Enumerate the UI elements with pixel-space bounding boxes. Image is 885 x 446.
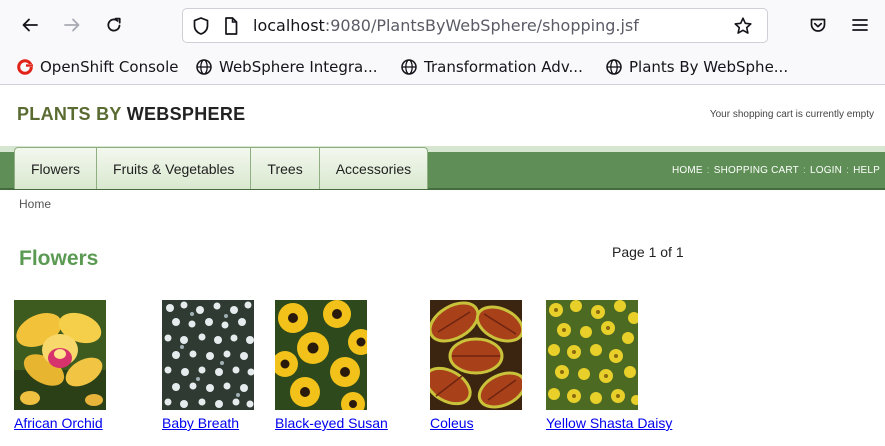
hamburger-menu-icon (852, 19, 868, 31)
page-indicator: Page 1 of 1 (612, 244, 684, 260)
bookmark-label: Plants By WebSphe... (629, 58, 789, 76)
utility-links: HOME: SHOPPING CART: LOGIN: HELP (672, 165, 880, 176)
product-link-african-orchid[interactable]: African Orchid (14, 415, 103, 431)
tab-flowers[interactable]: Flowers (14, 147, 98, 189)
african-orchid-image[interactable] (14, 300, 106, 410)
pocket-icon (810, 18, 826, 32)
bookmark-openshift[interactable]: OpenShift Console (16, 56, 178, 78)
bookmark-transformation-advisor[interactable]: Transformation Adv... (400, 56, 583, 78)
product-image-yellow-shasta-daisy[interactable] (546, 300, 638, 410)
product-image-black-eyed-susan[interactable] (275, 300, 367, 410)
product-image-african-orchid[interactable] (14, 300, 106, 410)
page-info-icon[interactable] (223, 16, 239, 36)
bookmark-star-icon[interactable] (733, 16, 753, 36)
link-separator: : (706, 165, 710, 176)
shopping-cart-link[interactable]: SHOPPING CART (714, 165, 799, 176)
breadcrumb[interactable]: Home (19, 197, 51, 211)
black-eyed-susan-image[interactable] (275, 300, 367, 410)
app-menu-button[interactable] (845, 10, 875, 40)
help-link[interactable]: HELP (853, 165, 880, 176)
link-separator: : (846, 165, 850, 176)
logo-text-plants-by: PLANTS BY (17, 104, 122, 124)
shield-icon[interactable] (192, 16, 210, 36)
product-link-yellow-shasta-daisy[interactable]: Yellow Shasta Daisy (546, 415, 672, 431)
forward-button[interactable] (57, 10, 87, 40)
url-host: localhost (253, 16, 325, 35)
browser-chrome: localhost:9080/PlantsByWebSphere/shoppin… (0, 0, 885, 85)
baby-breath-image[interactable] (162, 300, 254, 410)
product-link-baby-breath[interactable]: Baby Breath (162, 415, 239, 431)
bookmark-label: Transformation Adv... (424, 58, 583, 76)
bookmark-plants-by-websphere[interactable]: Plants By WebSphe... (605, 56, 788, 78)
login-link[interactable]: LOGIN (810, 165, 842, 176)
globe-icon (401, 59, 417, 75)
tab-accessories[interactable]: Accessories (319, 147, 429, 189)
globe-icon (606, 59, 622, 75)
coleus-image[interactable] (430, 300, 522, 410)
pocket-button[interactable] (803, 10, 833, 40)
home-link[interactable]: HOME (672, 165, 703, 176)
forward-arrow-icon (64, 18, 80, 32)
product-image-baby-breath[interactable] (162, 300, 254, 410)
yellow-shasta-daisy-image[interactable] (546, 300, 638, 410)
back-arrow-icon (22, 18, 38, 32)
link-separator: : (802, 165, 806, 176)
bookmarks-toolbar: OpenShift Console WebSphere Integra... T… (0, 52, 885, 82)
url-text[interactable]: localhost:9080/PlantsByWebSphere/shoppin… (253, 16, 639, 36)
tab-trees[interactable]: Trees (251, 147, 320, 189)
category-tabs: Flowers Fruits & Vegetables Trees Access… (14, 147, 429, 189)
openshift-icon (17, 59, 33, 75)
address-bar[interactable]: localhost:9080/PlantsByWebSphere/shoppin… (182, 8, 768, 43)
navigation-toolbar: localhost:9080/PlantsByWebSphere/shoppin… (0, 0, 885, 50)
back-button[interactable] (15, 10, 45, 40)
page-title: Flowers (19, 247, 99, 270)
tab-fruits-vegetables[interactable]: Fruits & Vegetables (97, 147, 252, 189)
bookmark-label: WebSphere Integra... (219, 58, 378, 76)
site-logo[interactable]: PLANTS BY WEBSPHERE (17, 104, 245, 125)
bookmark-label: OpenShift Console (40, 58, 179, 76)
reload-icon (107, 17, 121, 32)
logo-text-websphere: WEBSPHERE (126, 104, 246, 124)
product-link-black-eyed-susan[interactable]: Black-eyed Susan (275, 415, 388, 431)
cart-status: Your shopping cart is currently empty (709, 109, 874, 120)
reload-button[interactable] (99, 10, 129, 40)
product-link-coleus[interactable]: Coleus (430, 415, 474, 431)
url-path: :9080/PlantsByWebSphere/shopping.jsf (324, 16, 639, 35)
bookmark-websphere-integration[interactable]: WebSphere Integra... (195, 56, 378, 78)
product-image-coleus[interactable] (430, 300, 522, 410)
globe-icon (196, 59, 212, 75)
